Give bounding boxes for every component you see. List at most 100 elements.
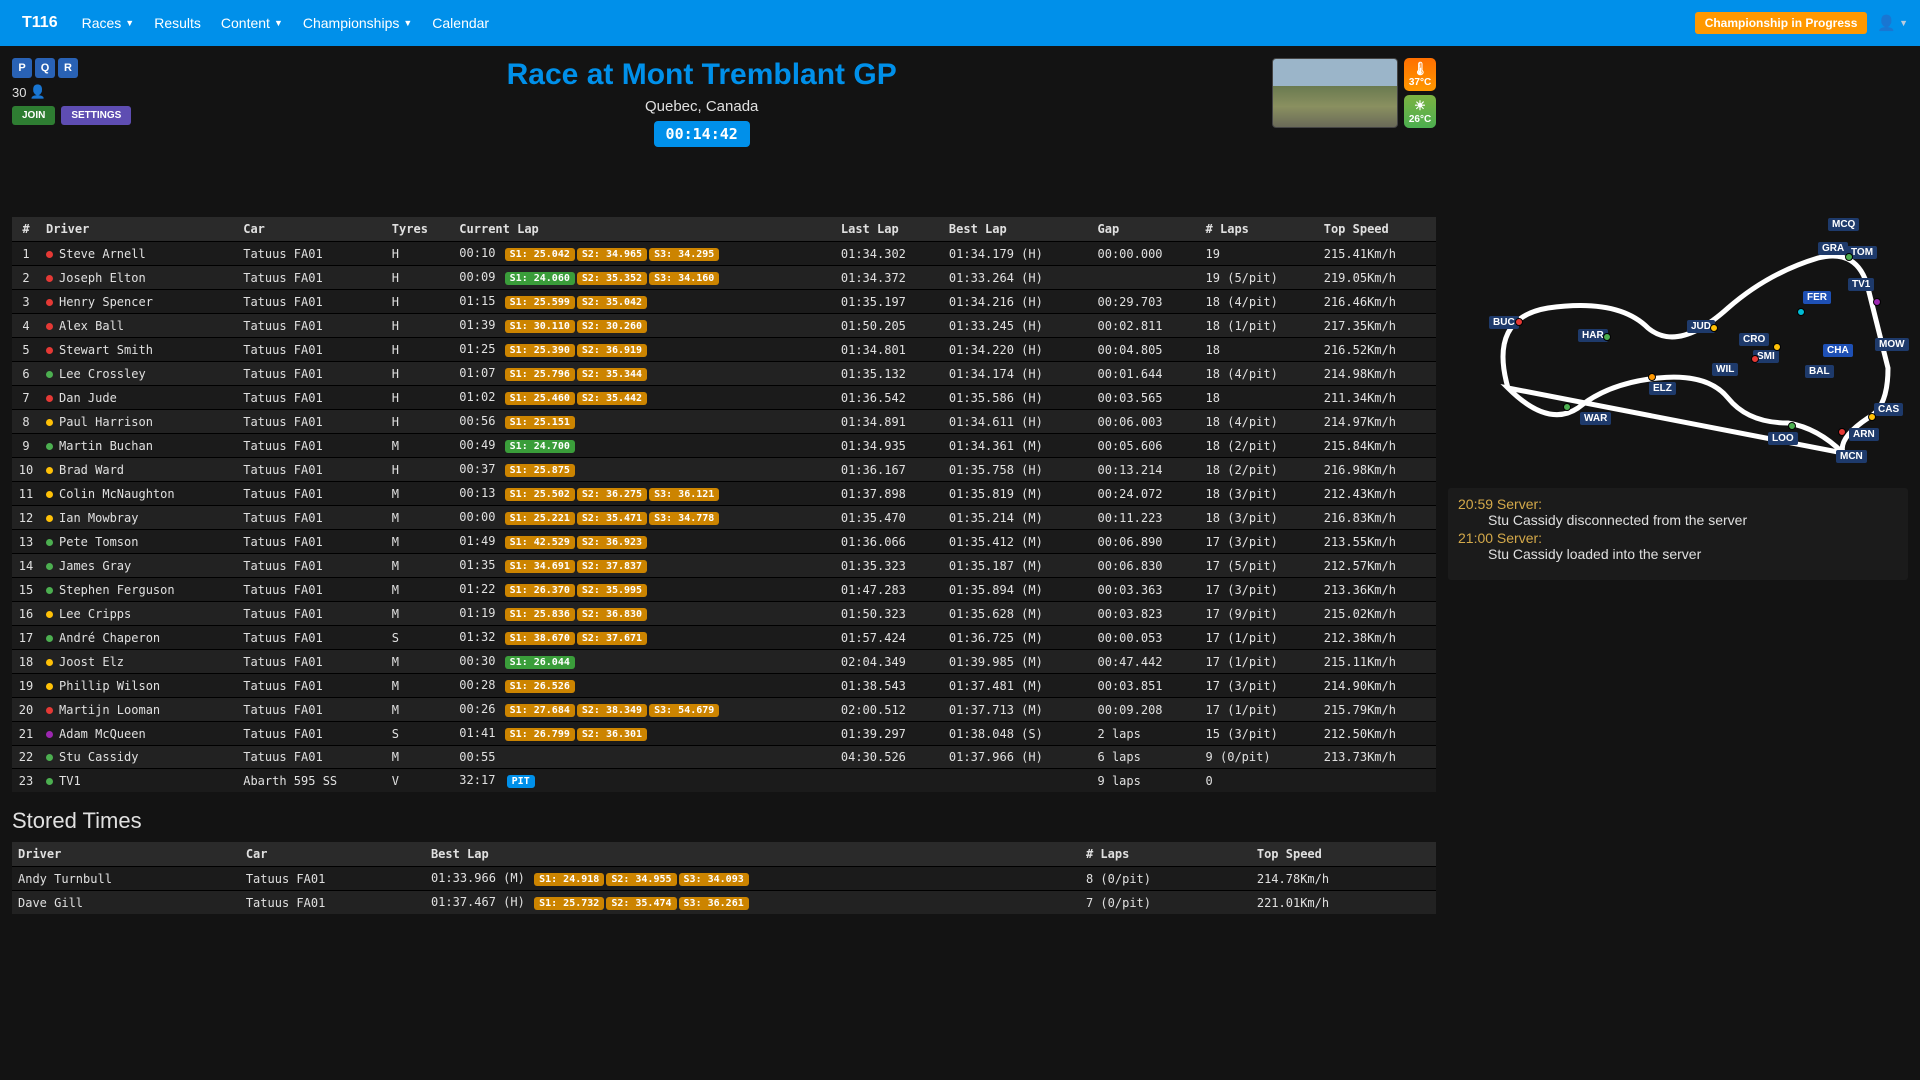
map-label: WAR	[1580, 412, 1611, 425]
table-row[interactable]: 13Pete TomsonTatuus FA01M01:49 S1: 42.52…	[12, 530, 1436, 554]
table-row[interactable]: 14James GrayTatuus FA01M01:35 S1: 34.691…	[12, 554, 1436, 578]
car-dot	[1515, 318, 1523, 326]
track-map[interactable]: MCQ GRA TOM TV1 FER CHA MOW CRO SMI JUD …	[1448, 198, 1908, 478]
col-currentlap[interactable]: Current Lap	[453, 217, 835, 242]
championship-badge: Championship in Progress	[1695, 12, 1868, 34]
session-btn-r[interactable]: R	[58, 58, 78, 78]
sector-badge: S1: 25.732	[534, 897, 604, 910]
col-laps[interactable]: # Laps	[1200, 217, 1318, 242]
join-button[interactable]: JOIN	[12, 106, 55, 125]
table-row[interactable]: 4Alex BallTatuus FA01H01:39 S1: 30.110S2…	[12, 314, 1436, 338]
nav-item-calendar[interactable]: Calendar	[422, 7, 499, 39]
table-row[interactable]: 1Steve ArnellTatuus FA01H00:10 S1: 25.04…	[12, 242, 1436, 266]
stored-col[interactable]: Top Speed	[1251, 842, 1436, 867]
table-row[interactable]: 11Colin McNaughtonTatuus FA01M00:13 S1: …	[12, 482, 1436, 506]
status-dot	[46, 491, 53, 498]
table-row[interactable]: 23TV1Abarth 595 SSV32:17 PIT9 laps0	[12, 769, 1436, 793]
car-dot	[1797, 308, 1805, 316]
sector-badge: S2: 35.471	[577, 512, 647, 525]
map-label: ELZ	[1649, 382, 1676, 395]
status-dot	[46, 323, 53, 330]
settings-button[interactable]: SETTINGS	[61, 106, 131, 125]
sector-badge: S2: 36.301	[577, 728, 647, 741]
log-entry: 20:59 Server:Stu Cassidy disconnected fr…	[1458, 496, 1898, 528]
table-row[interactable]: 10Brad WardTatuus FA01H00:37 S1: 25.8750…	[12, 458, 1436, 482]
col-tyres[interactable]: Tyres	[386, 217, 454, 242]
table-row[interactable]: 21Adam McQueenTatuus FA01S01:41 S1: 26.7…	[12, 722, 1436, 746]
stored-times-heading: Stored Times	[12, 808, 1436, 834]
map-label: CRO	[1739, 333, 1769, 346]
table-row[interactable]: 5Stewart SmithTatuus FA01H01:25 S1: 25.3…	[12, 338, 1436, 362]
map-label: MCN	[1836, 450, 1867, 463]
table-row[interactable]: 20Martijn LoomanTatuus FA01M00:26 S1: 27…	[12, 698, 1436, 722]
table-row[interactable]: 19Phillip WilsonTatuus FA01M00:28 S1: 26…	[12, 674, 1436, 698]
table-row[interactable]: 2Joseph EltonTatuus FA01H00:09 S1: 24.06…	[12, 266, 1436, 290]
air-temp-badge: ☀ 26°C	[1404, 95, 1436, 128]
sector-badge: S1: 38.670	[505, 632, 575, 645]
car-dot	[1648, 373, 1656, 381]
col-bestlap[interactable]: Best Lap	[943, 217, 1092, 242]
user-icon: 👤	[1877, 14, 1896, 32]
sector-badge: S1: 24.700	[505, 440, 575, 453]
col-topspeed[interactable]: Top Speed	[1318, 217, 1436, 242]
table-row[interactable]: 9Martin BuchanTatuus FA01M00:49 S1: 24.7…	[12, 434, 1436, 458]
table-row[interactable]: 18Joost ElzTatuus FA01M00:30 S1: 26.0440…	[12, 650, 1436, 674]
sector-badge: S2: 36.830	[577, 608, 647, 621]
status-dot	[46, 467, 53, 474]
table-row[interactable]: 6Lee CrossleyTatuus FA01H01:07 S1: 25.79…	[12, 362, 1436, 386]
status-dot	[46, 299, 53, 306]
sector-badge: S3: 36.121	[649, 488, 719, 501]
players-icon: 👤	[29, 84, 45, 100]
stored-col[interactable]: Best Lap	[425, 842, 1080, 867]
session-btn-p[interactable]: P	[12, 58, 32, 78]
nav-item-content[interactable]: Content▼	[211, 7, 293, 39]
nav-brand[interactable]: T116	[12, 8, 68, 38]
sector-badge: S3: 36.261	[679, 897, 749, 910]
table-row[interactable]: 3Henry SpencerTatuus FA01H01:15 S1: 25.5…	[12, 290, 1436, 314]
session-btn-q[interactable]: Q	[35, 58, 55, 78]
sector-badge: S1: 30.110	[505, 320, 575, 333]
session-time: 00:14:42	[654, 121, 750, 147]
col-driver[interactable]: Driver	[40, 217, 237, 242]
chevron-down-icon: ▼	[274, 18, 283, 28]
sector-badge: S3: 34.160	[649, 272, 719, 285]
status-dot	[46, 443, 53, 450]
status-dot	[46, 778, 53, 785]
sector-badge: S1: 25.875	[505, 464, 575, 477]
car-dot	[1751, 355, 1759, 363]
log-entry: 21:00 Server:Stu Cassidy loaded into the…	[1458, 530, 1898, 562]
stored-row[interactable]: Dave GillTatuus FA0101:37.467 (H) S1: 25…	[12, 891, 1436, 915]
col-[interactable]: #	[12, 217, 40, 242]
table-row[interactable]: 8Paul HarrisonTatuus FA01H00:56 S1: 25.1…	[12, 410, 1436, 434]
table-row[interactable]: 16Lee CrippsTatuus FA01M01:19 S1: 25.836…	[12, 602, 1436, 626]
track-thumbnail[interactable]	[1272, 58, 1398, 128]
sector-badge: S2: 35.042	[577, 296, 647, 309]
table-row[interactable]: 17André ChaperonTatuus FA01S01:32 S1: 38…	[12, 626, 1436, 650]
stored-col[interactable]: # Laps	[1080, 842, 1251, 867]
server-log[interactable]: 20:59 Server:Stu Cassidy disconnected fr…	[1448, 488, 1908, 580]
nav-item-results[interactable]: Results	[144, 7, 211, 39]
stored-row[interactable]: Andy TurnbullTatuus FA0101:33.966 (M) S1…	[12, 867, 1436, 891]
col-lastlap[interactable]: Last Lap	[835, 217, 943, 242]
status-dot	[46, 754, 53, 761]
nav-item-races[interactable]: Races▼	[72, 7, 145, 39]
car-dot	[1773, 343, 1781, 351]
stored-col[interactable]: Car	[240, 842, 425, 867]
map-label: CHA	[1823, 344, 1853, 357]
table-row[interactable]: 12Ian MowbrayTatuus FA01M00:00 S1: 25.22…	[12, 506, 1436, 530]
table-row[interactable]: 22Stu CassidyTatuus FA01M00:55 04:30.526…	[12, 746, 1436, 769]
car-dot	[1838, 428, 1846, 436]
status-dot	[46, 419, 53, 426]
sector-badge: S1: 25.599	[505, 296, 575, 309]
col-car[interactable]: Car	[237, 217, 386, 242]
col-gap[interactable]: Gap	[1092, 217, 1200, 242]
sector-badge: S2: 36.275	[577, 488, 647, 501]
stored-col[interactable]: Driver	[12, 842, 240, 867]
sector-badge: S2: 35.352	[577, 272, 647, 285]
table-row[interactable]: 15Stephen FergusonTatuus FA01M01:22 S1: …	[12, 578, 1436, 602]
nav-item-championships[interactable]: Championships▼	[293, 7, 422, 39]
sector-badge: S3: 34.093	[679, 873, 749, 886]
table-row[interactable]: 7Dan JudeTatuus FA01H01:02 S1: 25.460S2:…	[12, 386, 1436, 410]
user-menu[interactable]: 👤 ▼	[1877, 14, 1908, 32]
nav-right: Championship in Progress 👤 ▼	[1695, 12, 1908, 34]
